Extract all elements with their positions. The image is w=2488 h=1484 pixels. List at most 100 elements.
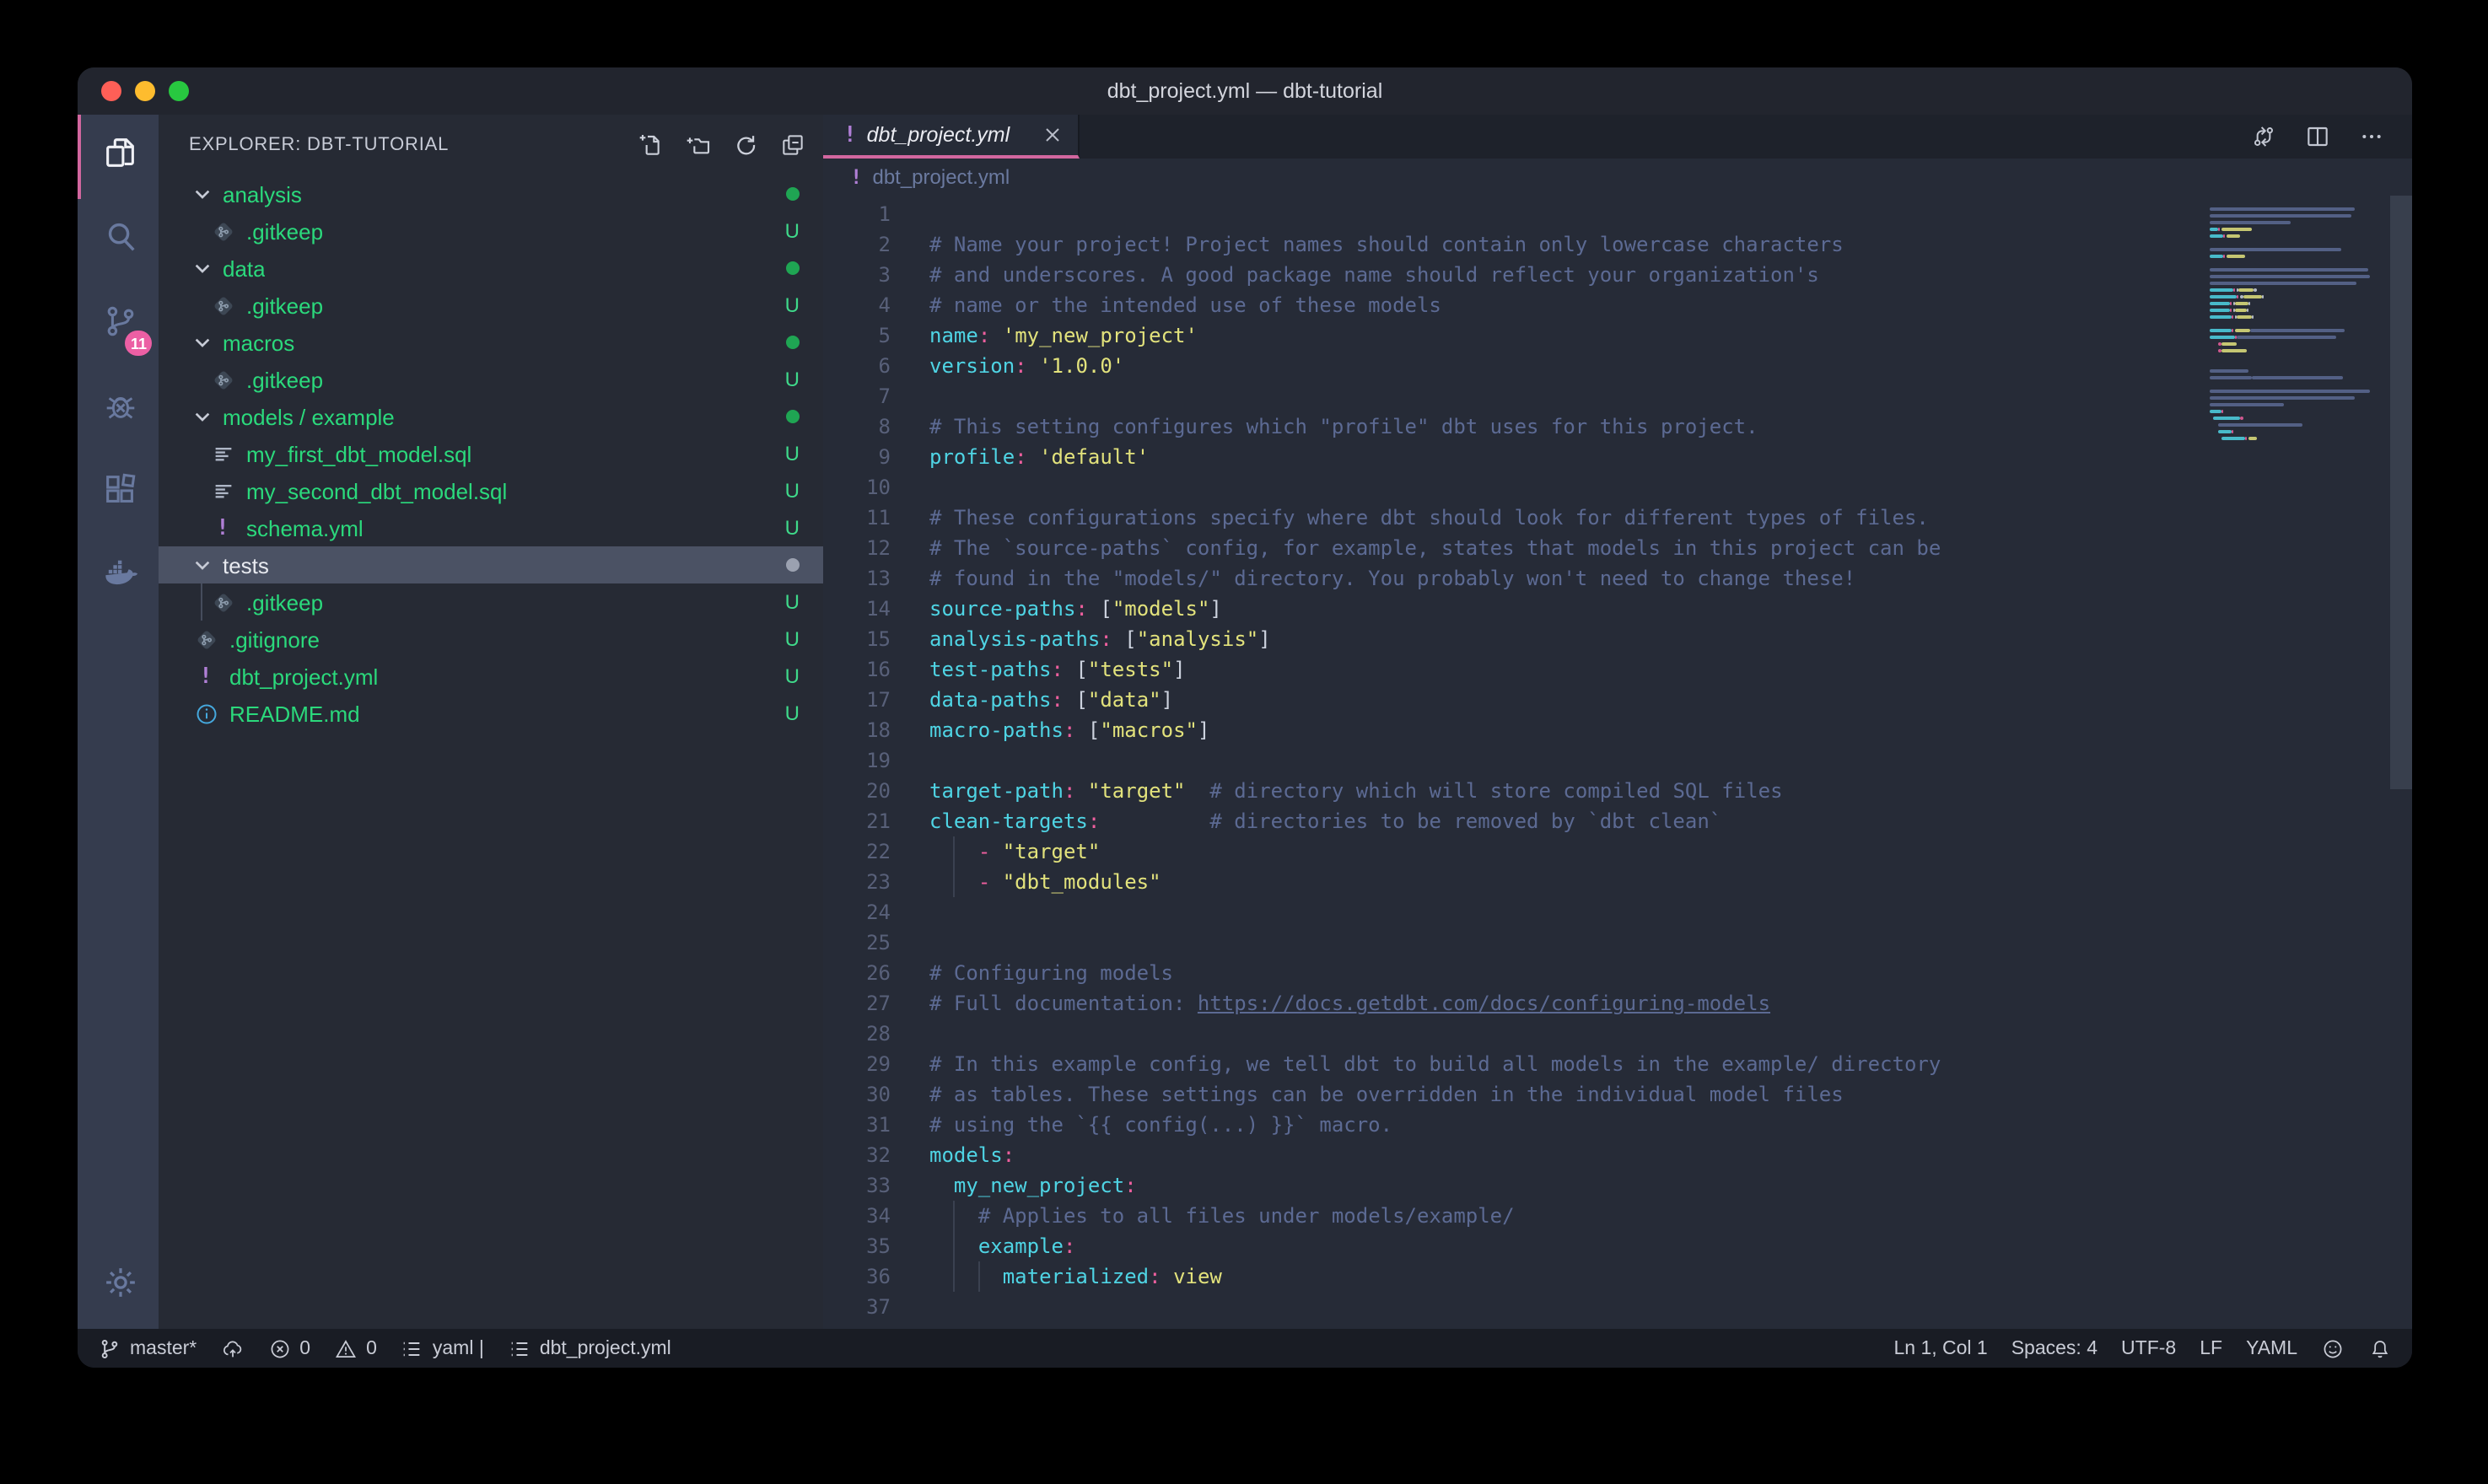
code-line-24[interactable]: 24	[823, 897, 2412, 928]
tree-item-label: .gitkeep	[246, 589, 323, 615]
git-modified-dot	[786, 261, 800, 275]
code-line-9[interactable]: 9profile: 'default'	[823, 442, 2412, 472]
code-line-37[interactable]: 37	[823, 1292, 2412, 1322]
status-eol-selector[interactable]: LF	[2200, 1338, 2222, 1358]
yaml-warning-icon: !	[192, 663, 219, 690]
code-line-2[interactable]: 2# Name your project! Project names shou…	[823, 229, 2412, 260]
tree-item-my-first-dbt-model-sql[interactable]: my_first_dbt_model.sqlU	[159, 435, 823, 472]
status-warnings-count[interactable]: 0	[334, 1336, 377, 1360]
code-line-23[interactable]: 23 - "dbt_modules"	[823, 867, 2412, 897]
tree-item-readme-md[interactable]: README.mdU	[159, 695, 823, 732]
code-line-35[interactable]: 35 example:	[823, 1231, 2412, 1261]
chevron-down-icon	[189, 551, 216, 578]
status-notifications[interactable]	[2368, 1336, 2392, 1360]
code-line-3[interactable]: 3# and underscores. A good package name …	[823, 260, 2412, 290]
yaml-warning-icon: !	[850, 165, 862, 189]
new-folder-button[interactable]	[685, 132, 712, 159]
close-tab-icon[interactable]	[1041, 123, 1064, 147]
code-line-4[interactable]: 4# name or the intended use of these mod…	[823, 290, 2412, 320]
status-sync-button[interactable]	[220, 1336, 244, 1360]
refresh-button[interactable]	[732, 132, 759, 159]
code-line-17[interactable]: 17data-paths: ["data"]	[823, 685, 2412, 715]
tree-item-my-second-dbt-model-sql[interactable]: my_second_dbt_model.sqlU	[159, 472, 823, 509]
code-line-32[interactable]: 32models:	[823, 1140, 2412, 1170]
info-icon	[192, 700, 219, 727]
minimap-line	[2210, 282, 2388, 285]
more-actions-button[interactable]	[2358, 123, 2385, 150]
minimap-line	[2210, 390, 2388, 393]
tree-item-macros[interactable]: macros	[159, 324, 823, 361]
code-line-14[interactable]: 14source-paths: ["models"]	[823, 594, 2412, 624]
tree-item-analysis[interactable]: analysis	[159, 175, 823, 212]
activity-item-source-control[interactable]: 11	[78, 283, 159, 368]
git-branch-icon	[98, 1336, 121, 1360]
code-line-5[interactable]: 5name: 'my_new_project'	[823, 320, 2412, 351]
tree-item--gitignore[interactable]: .gitignoreU	[159, 621, 823, 658]
minimap[interactable]	[2210, 201, 2388, 450]
line-number: 4	[823, 290, 891, 320]
code-line-13[interactable]: 13# found in the "models/" directory. Yo…	[823, 563, 2412, 594]
new-file-icon	[638, 132, 665, 159]
code-line-31[interactable]: 31# using the `{{ config(...) }}` macro.	[823, 1110, 2412, 1140]
activity-item-debug[interactable]	[78, 368, 159, 452]
code-editor[interactable]: 12# Name your project! Project names sho…	[823, 196, 2412, 1329]
activity-item-search[interactable]	[78, 199, 159, 283]
code-line-10[interactable]: 10	[823, 472, 2412, 503]
minimap-line	[2210, 255, 2388, 258]
breadcrumb[interactable]: ! dbt_project.yml	[823, 159, 2412, 196]
minimap-line	[2210, 369, 2388, 373]
status-branch-indicator[interactable]: master*	[98, 1336, 197, 1360]
code-line-26[interactable]: 26# Configuring models	[823, 958, 2412, 988]
tree-item-schema-yml[interactable]: !schema.ymlU	[159, 509, 823, 546]
code-line-12[interactable]: 12# The `source-paths` config, for examp…	[823, 533, 2412, 563]
code-line-25[interactable]: 25	[823, 928, 2412, 958]
code-line-7[interactable]: 7	[823, 381, 2412, 411]
status-feedback[interactable]	[2321, 1336, 2345, 1360]
activity-item-explorer[interactable]	[78, 115, 159, 199]
line-number: 5	[823, 320, 891, 351]
tree-item--gitkeep[interactable]: .gitkeepU	[159, 361, 823, 398]
activity-item-extensions[interactable]	[78, 452, 159, 536]
code-line-15[interactable]: 15analysis-paths: ["analysis"]	[823, 624, 2412, 654]
code-line-16[interactable]: 16test-paths: ["tests"]	[823, 654, 2412, 685]
code-line-34[interactable]: 34 # Applies to all files under models/e…	[823, 1201, 2412, 1231]
code-line-21[interactable]: 21clean-targets: # directories to be rem…	[823, 806, 2412, 836]
code-line-36[interactable]: 36 materialized: view	[823, 1261, 2412, 1292]
code-line-22[interactable]: 22 - "target"	[823, 836, 2412, 867]
code-line-27[interactable]: 27# Full documentation: https://docs.get…	[823, 988, 2412, 1019]
code-line-30[interactable]: 30# as tables. These settings can be ove…	[823, 1079, 2412, 1110]
tree-item-dbt-project-yml[interactable]: !dbt_project.ymlU	[159, 658, 823, 695]
tab-dbt-project-yml[interactable]: ! dbt_project.yml	[823, 115, 1080, 159]
code-line-11[interactable]: 11# These configurations specify where d…	[823, 503, 2412, 533]
status-encoding[interactable]: UTF-8	[2121, 1338, 2176, 1358]
code-line-8[interactable]: 8# This setting configures which "profil…	[823, 411, 2412, 442]
status-language-mode[interactable]: YAML	[2246, 1338, 2297, 1358]
new-file-button[interactable]	[638, 132, 665, 159]
activity-item-docker[interactable]	[78, 536, 159, 621]
tree-item--gitkeep[interactable]: .gitkeepU	[159, 583, 823, 621]
code-line-18[interactable]: 18macro-paths: ["macros"]	[823, 715, 2412, 745]
tree-item--gitkeep[interactable]: .gitkeepU	[159, 287, 823, 324]
tree-item-models-example[interactable]: models / example	[159, 398, 823, 435]
code-line-29[interactable]: 29# In this example config, we tell dbt …	[823, 1049, 2412, 1079]
code-line-28[interactable]: 28	[823, 1019, 2412, 1049]
code-line-20[interactable]: 20target-path: "target" # directory whic…	[823, 776, 2412, 806]
status-cursor-position[interactable]: Ln 1, Col 1	[1893, 1338, 1987, 1358]
editor-scrollbar[interactable]	[2390, 196, 2412, 789]
code-line-1[interactable]: 1	[823, 199, 2412, 229]
code-line-6[interactable]: 6version: '1.0.0'	[823, 351, 2412, 381]
code-line-33[interactable]: 33 my_new_project:	[823, 1170, 2412, 1201]
status-errors-count[interactable]: 0	[267, 1336, 310, 1360]
code-line-19[interactable]: 19	[823, 745, 2412, 776]
tree-item-data[interactable]: data	[159, 250, 823, 287]
open-changes-button[interactable]	[2250, 123, 2277, 150]
activity-bar: 11	[78, 115, 159, 1329]
activity-item-settings[interactable]	[78, 1245, 159, 1329]
status-outline-file[interactable]: dbt_project.yml	[508, 1336, 671, 1360]
tree-item--gitkeep[interactable]: .gitkeepU	[159, 212, 823, 250]
status-outline-language[interactable]: yaml |	[401, 1336, 484, 1360]
split-editor-button[interactable]	[2304, 123, 2331, 150]
tree-item-tests[interactable]: tests	[159, 546, 823, 583]
status-indentation[interactable]: Spaces: 4	[2011, 1338, 2098, 1358]
collapse-folders-button[interactable]	[779, 132, 806, 159]
